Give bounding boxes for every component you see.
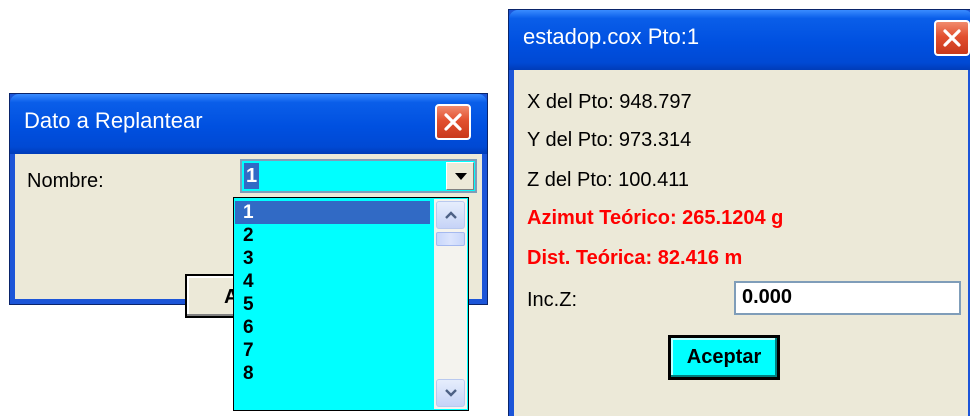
inc-z-input[interactable]: 0.000 — [734, 281, 961, 315]
nombre-label: Nombre: — [27, 170, 104, 192]
vertical-scrollbar[interactable] — [434, 199, 467, 409]
dialog-point-info: estadop.cox Pto:1 X del Pto: 948.797 Y d… — [508, 9, 970, 416]
window-title: estadop.cox Pto:1 — [523, 24, 700, 49]
close-icon — [943, 29, 961, 47]
list-item[interactable]: 4 — [235, 270, 430, 293]
chevron-up-icon — [445, 211, 457, 219]
list-item[interactable]: 1 — [235, 201, 430, 224]
y-coordinate: Y del Pto: 973.314 — [527, 129, 692, 151]
close-button[interactable] — [934, 20, 970, 56]
nombre-combobox[interactable]: 1 — [240, 159, 477, 193]
scroll-up-button[interactable] — [436, 201, 465, 229]
accept-button[interactable]: Aceptar — [668, 335, 780, 380]
list-item[interactable]: 6 — [235, 316, 430, 339]
x-coordinate: X del Pto: 948.797 — [527, 91, 692, 113]
scroll-down-button[interactable] — [436, 379, 465, 407]
list-item[interactable]: 3 — [235, 247, 430, 270]
dialog-body: X del Pto: 948.797 Y del Pto: 973.314 Z … — [514, 70, 968, 416]
dist-teorica: Dist. Teórica: 82.416 m — [527, 247, 743, 269]
z-coordinate: Z del Pto: 100.411 — [527, 169, 689, 191]
list-item[interactable]: 7 — [235, 339, 430, 362]
nombre-dropdown-list[interactable]: 1 2 3 4 5 6 7 8 — [233, 197, 469, 411]
close-icon — [444, 113, 462, 131]
combobox-selected-value[interactable]: 1 — [244, 163, 260, 189]
list-item[interactable]: 5 — [235, 293, 430, 316]
close-button[interactable] — [435, 104, 471, 140]
list-item[interactable]: 2 — [235, 224, 430, 247]
chevron-down-icon — [445, 389, 457, 397]
title-bar[interactable]: estadop.cox Pto:1 — [509, 10, 970, 70]
azimut-teorico: Azimut Teórico: 265.1204 g — [527, 207, 784, 229]
window-title: Dato a Replantear — [24, 108, 203, 133]
title-bar[interactable]: Dato a Replantear — [10, 94, 487, 154]
scrollbar-thumb[interactable] — [436, 232, 465, 246]
chevron-down-icon[interactable] — [446, 162, 474, 190]
list-item[interactable]: 8 — [235, 362, 430, 385]
inc-z-label: Inc.Z: — [527, 289, 578, 311]
